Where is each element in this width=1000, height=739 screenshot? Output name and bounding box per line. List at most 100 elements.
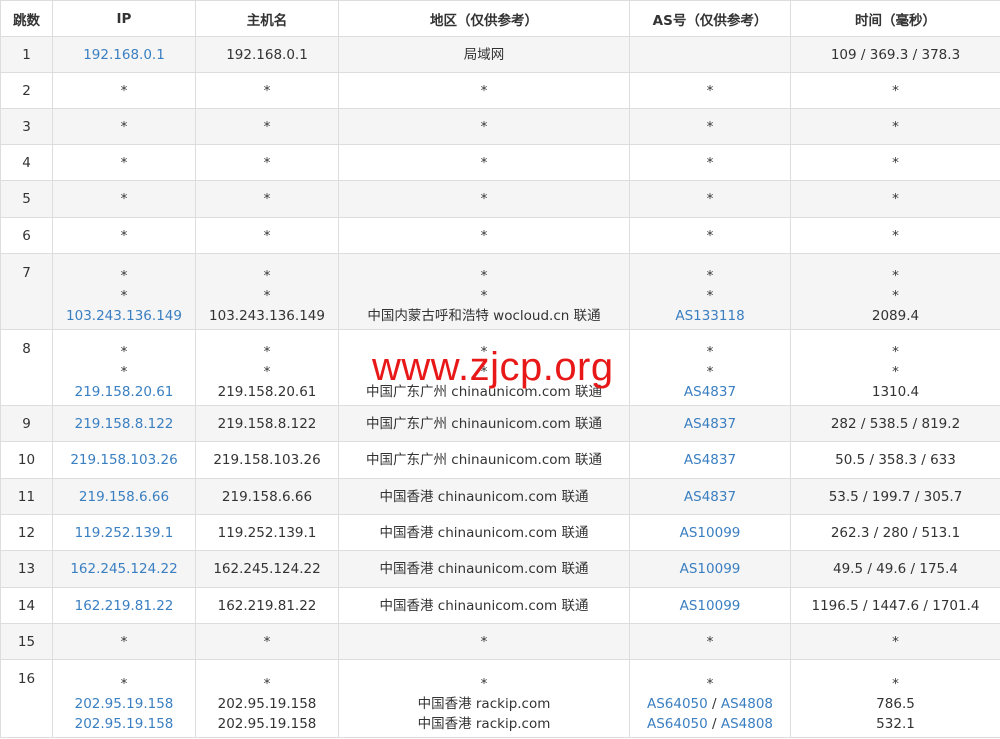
ip-link[interactable]: 219.158.20.61 <box>75 384 174 400</box>
as-link[interactable]: AS133118 <box>675 308 744 324</box>
as-cell-line: * <box>634 674 786 694</box>
hostname-cell-line: * <box>200 362 334 382</box>
as-cell-line: AS133118 <box>634 306 786 326</box>
time-cell-line: * <box>795 362 996 382</box>
hop-number: 1 <box>1 37 53 73</box>
time-cell: **2089.4 <box>791 254 1000 330</box>
location-cell-line: 中国广东广州 chinaunicom.com 联通 <box>343 450 625 470</box>
location-cell: * <box>339 218 630 254</box>
hostname-cell-line: 219.158.8.122 <box>200 414 334 434</box>
ip-cell: **219.158.20.61 <box>53 330 196 406</box>
hostname-cell: **219.158.20.61 <box>196 330 339 406</box>
hostname-cell: * <box>196 624 339 660</box>
table-row: 9219.158.8.122219.158.8.122中国广东广州 chinau… <box>1 406 1000 442</box>
as-cell-line: * <box>634 266 786 286</box>
header-hostname: 主机名 <box>196 1 339 37</box>
location-cell: 中国香港 chinaunicom.com 联通 <box>339 515 630 551</box>
hostname-cell-line: 103.243.136.149 <box>200 306 334 326</box>
ip-link[interactable]: 162.219.81.22 <box>75 598 174 614</box>
as-link[interactable]: AS10099 <box>680 561 741 577</box>
as-cell: * <box>630 181 791 218</box>
ip-cell: 219.158.6.66 <box>53 479 196 515</box>
as-link[interactable]: AS64050 <box>647 696 708 712</box>
as-cell: * <box>630 73 791 109</box>
hop-number: 11 <box>1 479 53 515</box>
ip-cell-line: * <box>57 266 191 286</box>
table-row: 11219.158.6.66219.158.6.66中国香港 chinaunic… <box>1 479 1000 515</box>
ip-link[interactable]: 162.245.124.22 <box>70 561 177 577</box>
as-link[interactable]: AS4808 <box>721 696 773 712</box>
as-cell: AS10099 <box>630 588 791 624</box>
location-cell-line: 中国内蒙古呼和浩特 wocloud.cn 联通 <box>343 306 625 326</box>
ip-cell-line: * <box>57 286 191 306</box>
time-cell-line: 1196.5 / 1447.6 / 1701.4 <box>795 596 996 616</box>
time-cell: 262.3 / 280 / 513.1 <box>791 515 1000 551</box>
as-cell: AS4837 <box>630 406 791 442</box>
location-cell-line: * <box>343 674 625 694</box>
as-link[interactable]: AS10099 <box>680 525 741 541</box>
location-cell: 中国香港 chinaunicom.com 联通 <box>339 588 630 624</box>
ip-cell: * <box>53 218 196 254</box>
header-as-number: AS号（仅供参考） <box>630 1 791 37</box>
ip-cell-line: 162.219.81.22 <box>57 596 191 616</box>
as-cell-line: * <box>634 81 786 101</box>
ip-cell: ** 103.243.136.149 <box>53 254 196 330</box>
ip-link[interactable]: 103.243.136.149 <box>66 308 182 324</box>
time-cell-line: 1310.4 <box>795 382 996 402</box>
ip-cell-line: 119.252.139.1 <box>57 523 191 543</box>
as-separator: / <box>708 696 721 712</box>
hostname-cell: 162.219.81.22 <box>196 588 339 624</box>
hostname-cell-line: 219.158.103.26 <box>200 450 334 470</box>
location-cell-line: * <box>343 286 625 306</box>
as-cell: AS4837 <box>630 479 791 515</box>
as-link[interactable]: AS4808 <box>721 716 773 732</box>
as-link[interactable]: AS4837 <box>684 416 736 432</box>
time-cell: **1310.4 <box>791 330 1000 406</box>
as-link[interactable]: AS4837 <box>684 452 736 468</box>
ip-link[interactable]: 119.252.139.1 <box>75 525 174 541</box>
as-separator: / <box>708 716 721 732</box>
as-cell: * <box>630 145 791 181</box>
ip-cell: 219.158.8.122 <box>53 406 196 442</box>
table-row: 5***** <box>1 181 1000 218</box>
header-hop: 跳数 <box>1 1 53 37</box>
table-row: 2***** <box>1 73 1000 109</box>
table-row: 10 219.158.103.26 219.158.103.26 中国广东广州 chi… <box>1 442 1000 479</box>
time-cell-line: * <box>795 674 996 694</box>
location-cell-line: * <box>343 81 625 101</box>
hostname-cell-line: * <box>200 266 334 286</box>
ip-link[interactable]: 219.158.103.26 <box>70 452 177 468</box>
ip-cell-line: 202.95.19.158 <box>57 714 191 734</box>
as-link[interactable]: AS10099 <box>680 598 741 614</box>
hostname-cell-line: 162.219.81.22 <box>200 596 334 616</box>
as-link[interactable]: AS64050 <box>647 716 708 732</box>
as-cell-line: AS4837 <box>634 450 786 470</box>
hostname-cell-line: 192.168.0.1 <box>200 45 334 65</box>
hostname-cell-line: * <box>200 226 334 246</box>
hop-number: 2 <box>1 73 53 109</box>
ip-link[interactable]: 202.95.19.158 <box>75 696 174 712</box>
ip-cell-line: 103.243.136.149 <box>57 306 191 326</box>
as-cell: * AS64050 / AS4808 AS64050 / AS4808 <box>630 660 791 738</box>
ip-link[interactable]: 219.158.8.122 <box>75 416 174 432</box>
time-cell-line: * <box>795 286 996 306</box>
ip-cell-line: * <box>57 342 191 362</box>
ip-link[interactable]: 192.168.0.1 <box>83 47 165 63</box>
as-cell-line: AS10099 <box>634 596 786 616</box>
time-cell: * <box>791 73 1000 109</box>
ip-cell-line: * <box>57 153 191 173</box>
header-location: 地区（仅供参考） <box>339 1 630 37</box>
time-cell: 49.5 / 49.6 / 175.4 <box>791 551 1000 588</box>
ip-link[interactable]: 202.95.19.158 <box>75 716 174 732</box>
ip-link[interactable]: 219.158.6.66 <box>79 489 169 505</box>
hostname-cell-line: 202.95.19.158 <box>200 714 334 734</box>
time-cell: * <box>791 145 1000 181</box>
as-cell: AS10099 <box>630 551 791 588</box>
hop-number: 10 <box>1 442 53 479</box>
as-link[interactable]: AS4837 <box>684 384 736 400</box>
as-link[interactable]: AS4837 <box>684 489 736 505</box>
location-cell: * <box>339 109 630 145</box>
ip-cell: 192.168.0.1 <box>53 37 196 73</box>
as-cell: AS10099 <box>630 515 791 551</box>
location-cell: * <box>339 624 630 660</box>
